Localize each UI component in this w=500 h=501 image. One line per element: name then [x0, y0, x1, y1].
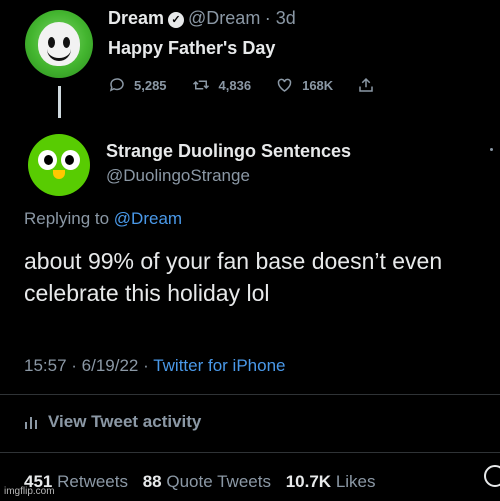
parent-author-name[interactable]: Dream [108, 8, 164, 28]
duo-beak [53, 170, 65, 179]
reply-author-name[interactable]: Strange Duolingo Sentences [106, 141, 351, 162]
reply-author-handle[interactable]: @DuolingoStrange [106, 166, 250, 186]
replying-to-link[interactable]: @Dream [114, 209, 182, 228]
replying-prefix: Replying to [24, 209, 110, 228]
likes-label: Likes [335, 472, 376, 491]
quote-tweets-stat[interactable]: 88 Quote Tweets [143, 472, 281, 491]
tweet-source-link[interactable]: Twitter for iPhone [153, 356, 285, 375]
divider-bottom [0, 452, 500, 453]
retweets-label: Retweets [57, 472, 128, 491]
reply-tweet-text: about 99% of your fan base doesn’t even … [24, 248, 443, 306]
parent-tweet-time[interactable]: · 3d [265, 8, 296, 28]
verified-badge-icon: ✓ [168, 12, 185, 28]
watermark: imgflip.com [4, 486, 55, 497]
parent-author-handle[interactable]: @Dream [188, 8, 260, 28]
dream-right-eye [63, 37, 70, 48]
thread-connector-line [58, 86, 61, 118]
retweet-button[interactable]: 4,836 [191, 76, 252, 94]
likes-count: 10.7K [285, 472, 332, 491]
tweet-stats: 451 Retweets 88 Quote Tweets 10.7K Likes [24, 472, 376, 492]
reply-icon [109, 78, 124, 92]
duo-left-eye [38, 150, 57, 170]
dream-avatar[interactable] [25, 10, 93, 78]
share-button[interactable] [357, 76, 383, 94]
parent-tweet-text: Happy Father's Day [108, 38, 276, 58]
parent-tweet-actions: 5,285 4,836 168K [108, 76, 407, 94]
view-tweet-activity-button[interactable]: View Tweet activity [24, 412, 201, 432]
dream-mask-face [38, 22, 80, 66]
bar-chart-icon [25, 417, 37, 429]
tweet-time[interactable]: 15:57 [24, 356, 67, 375]
quote-tweets-count: 88 [142, 472, 162, 491]
likes-stat[interactable]: 10.7K Likes [286, 472, 376, 491]
retweet-count: 4,836 [218, 77, 252, 93]
heart-icon [277, 78, 292, 92]
reply-button[interactable]: 5,285 [108, 76, 167, 94]
dream-smile [47, 48, 71, 61]
dream-left-eye [48, 37, 55, 48]
duo-right-eye [61, 150, 80, 170]
like-button[interactable]: 168K [275, 76, 333, 94]
like-count: 168K [302, 77, 334, 93]
retweet-icon [192, 80, 209, 90]
duo-right-pupil [65, 155, 74, 165]
duo-left-pupil [44, 155, 53, 165]
share-icon [359, 77, 373, 92]
parent-tweet-header: Dream ✓ @Dream · 3d [108, 8, 296, 29]
info-circle-icon[interactable] [484, 465, 500, 487]
tweet-meta: 15:57 · 6/19/22 · Twitter for iPhone [24, 356, 285, 376]
quote-tweets-label: Quote Tweets [166, 472, 271, 491]
more-options-icon[interactable] [490, 148, 493, 151]
replying-to-line: Replying to @Dream [24, 209, 182, 229]
tweet-date[interactable]: · 6/19/22 · [71, 356, 149, 375]
divider-top [0, 394, 500, 395]
reply-count: 5,285 [134, 77, 167, 93]
duolingo-avatar[interactable] [28, 134, 90, 196]
view-tweet-activity-label: View Tweet activity [48, 412, 202, 431]
